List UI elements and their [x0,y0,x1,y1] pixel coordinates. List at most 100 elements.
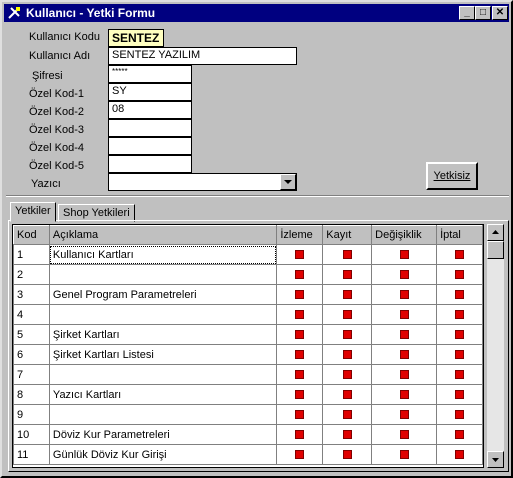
degisiklik-checkbox[interactable] [399,410,409,420]
ozel-kod-2-field[interactable]: 08 [108,101,192,119]
degisiklik-checkbox[interactable] [399,310,409,320]
ozel-kod-1-field[interactable]: SY [108,83,192,101]
cell-kod[interactable]: 1 [13,244,50,265]
iptal-checkbox[interactable] [455,370,465,380]
scroll-up-button[interactable] [487,224,504,241]
iptal-checkbox[interactable] [455,250,465,260]
col-header-aciklama[interactable]: Açıklama [48,225,278,245]
izleme-checkbox[interactable] [295,270,305,280]
cell-aciklama[interactable]: Kullanıcı Kartları [48,244,278,265]
table-row[interactable]: 10 Döviz Kur Parametreleri [13,424,483,445]
izleme-checkbox[interactable] [295,390,305,400]
izleme-checkbox[interactable] [295,290,305,300]
kullanici-adi-field[interactable]: SENTEZ YAZILIM [108,47,297,65]
kayit-checkbox[interactable] [342,350,352,360]
izleme-checkbox[interactable] [295,410,305,420]
cell-kod[interactable]: 7 [13,364,50,385]
table-row[interactable]: 3 Genel Program Parametreleri [13,284,483,305]
izleme-checkbox[interactable] [295,330,305,340]
izleme-checkbox[interactable] [295,370,305,380]
table-row[interactable]: 8 Yazıcı Kartları [13,384,483,405]
kayit-checkbox[interactable] [342,370,352,380]
yazici-dropdown-button[interactable] [280,174,296,190]
degisiklik-checkbox[interactable] [399,450,409,460]
kayit-checkbox[interactable] [342,290,352,300]
tab-yetkiler[interactable]: Yetkiler [10,202,56,222]
kayit-checkbox[interactable] [342,450,352,460]
col-header-kayit[interactable]: Kayıt [322,225,373,245]
iptal-checkbox[interactable] [455,450,465,460]
degisiklik-checkbox[interactable] [399,250,409,260]
cell-aciklama[interactable] [48,404,278,425]
iptal-checkbox[interactable] [455,410,465,420]
ozel-kod-4-field[interactable] [108,137,192,155]
degisiklik-checkbox[interactable] [399,330,409,340]
table-row[interactable]: 9 [13,404,483,425]
kayit-checkbox[interactable] [342,310,352,320]
kayit-checkbox[interactable] [342,390,352,400]
ozel-kod-5-field[interactable] [108,155,192,173]
iptal-checkbox[interactable] [455,270,465,280]
table-row[interactable]: 5 Şirket Kartları [13,324,483,345]
minimize-button[interactable]: _ [459,6,475,20]
cell-kod[interactable]: 8 [13,384,50,405]
col-header-kod[interactable]: Kod [13,225,50,245]
yazici-select[interactable] [108,173,297,191]
kullanici-kodu-field[interactable]: SENTEZ [108,29,164,47]
iptal-checkbox[interactable] [455,310,465,320]
cell-kod[interactable]: 5 [13,324,50,345]
cell-kod[interactable]: 9 [13,404,50,425]
maximize-button[interactable]: □ [475,6,491,20]
cell-aciklama[interactable]: Şirket Kartları Listesi [48,344,278,365]
close-button[interactable]: ✕ [492,6,508,20]
table-row[interactable]: 7 [13,364,483,385]
cell-aciklama[interactable] [48,364,278,385]
cell-aciklama[interactable]: Yazıcı Kartları [48,384,278,405]
col-header-degisiklik[interactable]: Değişiklik [371,225,438,245]
col-header-iptal[interactable]: İptal [436,225,483,245]
cell-kod[interactable]: 11 [13,444,50,465]
cell-aciklama[interactable]: Genel Program Parametreleri [48,284,278,305]
ozel-kod-3-field[interactable] [108,119,192,137]
iptal-checkbox[interactable] [455,430,465,440]
cell-aciklama[interactable] [48,304,278,325]
scroll-down-button[interactable] [487,451,504,468]
kayit-checkbox[interactable] [342,330,352,340]
col-header-izleme[interactable]: İzleme [276,225,324,245]
izleme-checkbox[interactable] [295,350,305,360]
iptal-checkbox[interactable] [455,290,465,300]
scroll-thumb[interactable] [487,241,504,259]
cell-aciklama[interactable]: Günlük Döviz Kur Girişi [48,444,278,465]
cell-kod[interactable]: 10 [13,424,50,445]
degisiklik-checkbox[interactable] [399,370,409,380]
izleme-checkbox[interactable] [295,430,305,440]
sifre-field[interactable]: ***** [108,65,192,83]
cell-kod[interactable]: 2 [13,264,50,285]
grid-vertical-scrollbar[interactable] [487,224,504,468]
degisiklik-checkbox[interactable] [399,430,409,440]
degisiklik-checkbox[interactable] [399,350,409,360]
izleme-checkbox[interactable] [295,250,305,260]
cell-aciklama[interactable] [48,264,278,285]
table-row[interactable]: 4 [13,304,483,325]
cell-kod[interactable]: 4 [13,304,50,325]
iptal-checkbox[interactable] [455,330,465,340]
cell-kod[interactable]: 6 [13,344,50,365]
table-row[interactable]: 1 Kullanıcı Kartları [13,244,483,265]
kayit-checkbox[interactable] [342,270,352,280]
table-row[interactable]: 2 [13,264,483,285]
kayit-checkbox[interactable] [342,430,352,440]
cell-aciklama[interactable]: Şirket Kartları [48,324,278,345]
cell-kod[interactable]: 3 [13,284,50,305]
cell-aciklama[interactable]: Döviz Kur Parametreleri [48,424,278,445]
kayit-checkbox[interactable] [342,410,352,420]
degisiklik-checkbox[interactable] [399,270,409,280]
title-bar[interactable]: Kullanıcı - Yetki Formu _ □ ✕ [4,4,509,22]
izleme-checkbox[interactable] [295,450,305,460]
iptal-checkbox[interactable] [455,390,465,400]
kayit-checkbox[interactable] [342,250,352,260]
iptal-checkbox[interactable] [455,350,465,360]
degisiklik-checkbox[interactable] [399,290,409,300]
izleme-checkbox[interactable] [295,310,305,320]
table-row[interactable]: 6 Şirket Kartları Listesi [13,344,483,365]
